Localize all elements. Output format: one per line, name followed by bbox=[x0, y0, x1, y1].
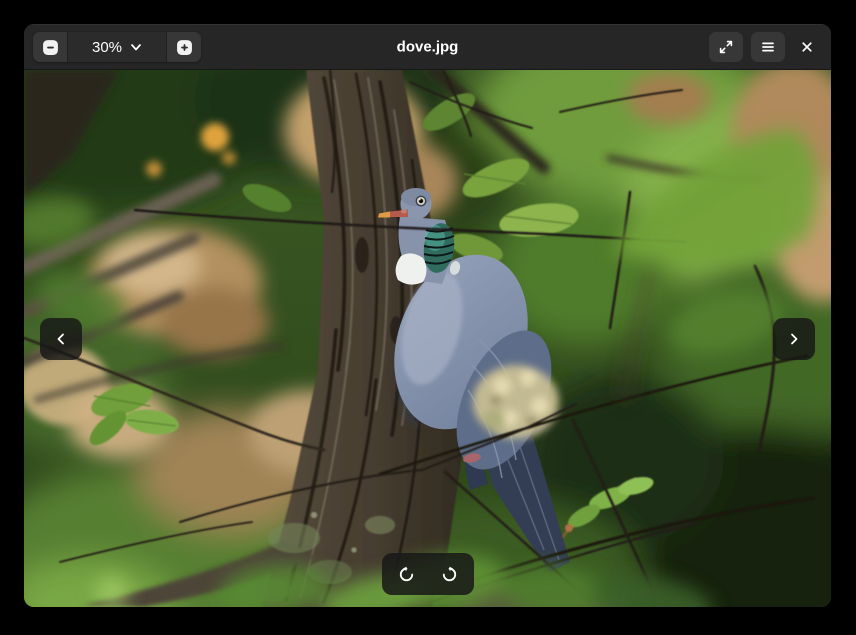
previous-image-button[interactable] bbox=[40, 318, 82, 360]
chevron-right-icon bbox=[786, 331, 802, 347]
photo-viewport bbox=[24, 70, 831, 607]
image-viewer-window: 30% dove.jpg bbox=[24, 24, 831, 607]
hamburger-menu-icon bbox=[760, 39, 776, 55]
close-window-icon bbox=[800, 40, 814, 54]
titlebar-right-controls bbox=[709, 32, 821, 62]
zoom-in-button[interactable] bbox=[167, 32, 201, 62]
zoom-in-icon bbox=[176, 39, 193, 56]
fullscreen-button[interactable] bbox=[709, 32, 743, 62]
chevron-down-icon bbox=[130, 41, 142, 53]
photo-pigeon-eye bbox=[416, 196, 427, 207]
rotate-clockwise-icon bbox=[441, 566, 458, 583]
close-window-button[interactable] bbox=[793, 32, 821, 62]
window-title: dove.jpg bbox=[397, 38, 459, 55]
main-menu-button[interactable] bbox=[751, 32, 785, 62]
zoom-out-icon bbox=[42, 39, 59, 56]
photo-foreground-dried-flower bbox=[473, 365, 559, 439]
fullscreen-icon bbox=[718, 39, 734, 55]
chevron-left-icon bbox=[53, 331, 69, 347]
zoom-out-button[interactable] bbox=[33, 32, 67, 62]
desktop-background: 30% dove.jpg bbox=[0, 0, 856, 635]
zoom-level-menu-button[interactable]: 30% bbox=[67, 32, 167, 62]
next-image-button[interactable] bbox=[773, 318, 815, 360]
photo-dove-jpg bbox=[24, 70, 831, 607]
rotate-counterclockwise-button[interactable] bbox=[387, 556, 426, 592]
rotate-toolbar bbox=[382, 553, 474, 595]
titlebar[interactable]: 30% dove.jpg bbox=[24, 24, 831, 70]
rotate-clockwise-button[interactable] bbox=[430, 556, 469, 592]
rotate-counterclockwise-icon bbox=[398, 566, 415, 583]
zoom-level-value: 30% bbox=[92, 39, 122, 56]
zoom-control-group: 30% bbox=[33, 32, 201, 62]
photo-pigeon-white-collar bbox=[396, 253, 427, 284]
